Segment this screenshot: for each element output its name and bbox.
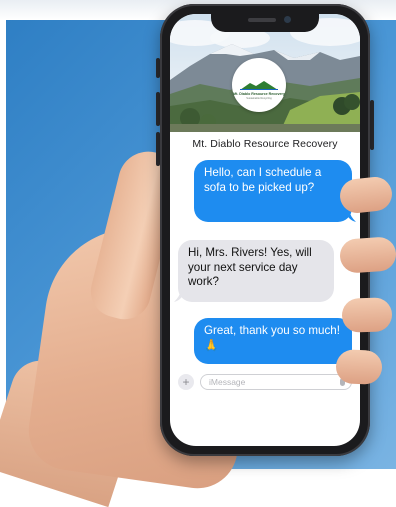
logo-tagline-text: Sustainable Recycling	[246, 97, 272, 100]
message-bubble-sent[interactable]: Hello, can I schedule a sofa to be picke…	[194, 160, 352, 222]
hand-finger	[338, 236, 396, 274]
message-input[interactable]: iMessage	[200, 374, 352, 390]
phone-notch	[211, 12, 319, 32]
phone-camera	[284, 16, 291, 23]
bubble-tail	[346, 212, 356, 222]
hand-finger	[341, 297, 393, 333]
message-bubble-sent[interactable]: Great, thank you so much! 🙏	[194, 318, 352, 364]
bubble-tail	[174, 292, 184, 302]
plus-icon[interactable]: +	[178, 374, 194, 390]
hand-finger	[335, 349, 383, 385]
message-bubble-received[interactable]: Hi, Mrs. Rivers! Yes, will your next ser…	[178, 240, 334, 302]
message-input-placeholder: iMessage	[209, 377, 246, 387]
logo-name-text: Mt. Diablo Resource Recovery	[233, 92, 285, 96]
contact-name[interactable]: Mt. Diablo Resource Recovery	[170, 138, 360, 150]
phone-speaker	[248, 18, 276, 22]
composer-bar: + iMessage	[178, 374, 354, 392]
phone-screen: Mt. Diablo Resource Recovery Sustainable…	[170, 14, 360, 446]
logo-mountain-icon	[240, 81, 278, 90]
phone-power-button	[370, 100, 374, 150]
